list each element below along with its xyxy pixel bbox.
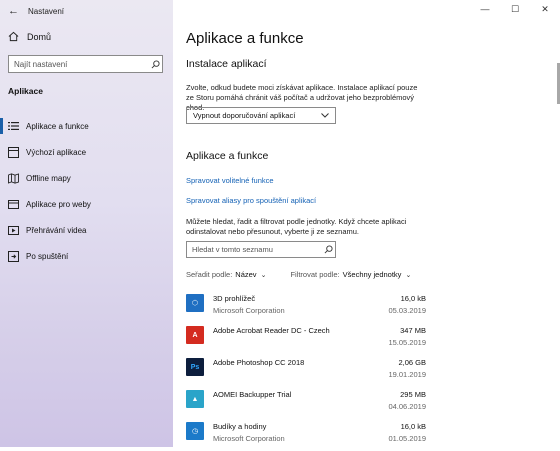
sidebar-item-label: Přehrávání videa — [26, 225, 87, 235]
sort-label: Seřadit podle: — [186, 270, 233, 279]
filter-dropdown[interactable]: Filtrovat podle: Všechny jednotky ⌄ — [290, 270, 411, 279]
apps-heading: Aplikace a funkce — [186, 150, 269, 162]
list-item[interactable]: A Adobe Acrobat Reader DC - Czech 347 MB… — [186, 323, 426, 355]
back-arrow-icon[interactable]: ← — [8, 5, 28, 17]
filter-label: Filtrovat podle: — [290, 270, 340, 279]
chevron-down-icon: ⌄ — [260, 271, 267, 279]
sort-dropdown[interactable]: Seřadit podle: Název ⌄ — [186, 270, 266, 279]
sidebar-item-label: Aplikace a funkce — [26, 121, 89, 131]
apps-list: ⬡ 3D prohlížeč Microsoft Corporation 16,… — [186, 291, 426, 451]
settings-search[interactable] — [8, 55, 163, 73]
sidebar-item-label: Výchozí aplikace — [26, 147, 87, 157]
manage-optional-features-link[interactable]: Spravovat volitelné funkce — [186, 176, 274, 185]
video-icon — [8, 225, 26, 236]
home-icon — [8, 31, 19, 42]
app-acrobat-icon: A — [186, 326, 204, 344]
main-content: — ☐ ✕ Aplikace a funkce Instalace aplika… — [173, 0, 560, 447]
sidebar-item-video-playback[interactable]: Přehrávání videa — [0, 217, 173, 243]
app-size: 16,0 kB — [400, 294, 426, 303]
install-heading: Instalace aplikací — [186, 58, 267, 70]
app-size: 295 MB — [400, 390, 426, 399]
section-label: Aplikace — [8, 86, 43, 96]
search-icon[interactable] — [148, 59, 162, 69]
apps-description: Můžete hledat, řadit a filtrovat podle j… — [186, 217, 407, 236]
list-item[interactable]: ◷ Budíky a hodiny Microsoft Corporation … — [186, 419, 426, 451]
app-3d-viewer-icon: ⬡ — [186, 294, 204, 312]
sidebar-item-apps-features[interactable]: Aplikace a funkce — [0, 113, 173, 139]
sort-filter-bar: Seřadit podle: Název ⌄ Filtrovat podle: … — [186, 270, 435, 279]
map-icon — [8, 172, 26, 184]
app-date: 19.01.2019 — [388, 370, 426, 379]
window-title: Nastavení — [28, 6, 65, 16]
window-controls: — ☐ ✕ — [470, 0, 560, 18]
minimize-icon[interactable]: — — [470, 0, 500, 18]
app-size: 2,06 GB — [398, 358, 426, 367]
default-apps-icon — [8, 146, 26, 158]
sidebar-item-offline-maps[interactable]: Offline mapy — [0, 165, 173, 191]
app-date: 01.05.2019 — [388, 434, 426, 443]
list-item[interactable]: ⬡ 3D prohlížeč Microsoft Corporation 16,… — [186, 291, 426, 323]
dropdown-value: Vypnout doporučování aplikací — [193, 111, 296, 120]
chevron-down-icon — [321, 111, 329, 120]
app-publisher: Microsoft Corporation — [213, 434, 285, 443]
app-name: Budíky a hodiny — [213, 422, 267, 431]
chevron-down-icon: ⌄ — [405, 271, 412, 279]
app-name: AOMEI Backupper Trial — [213, 390, 292, 399]
manage-app-aliases-link[interactable]: Spravovat aliasy pro spouštění aplikací — [186, 196, 316, 205]
list-item[interactable]: ▲ AOMEI Backupper Trial 295 MB 04.06.201… — [186, 387, 426, 419]
app-alarms-clock-icon: ◷ — [186, 422, 204, 440]
app-date: 15.05.2019 — [388, 338, 426, 347]
page-title: Aplikace a funkce — [186, 30, 304, 47]
maximize-icon[interactable]: ☐ — [500, 0, 530, 18]
web-apps-icon — [8, 199, 26, 210]
list-icon — [8, 121, 26, 131]
app-name: Adobe Photoshop CC 2018 — [213, 358, 305, 367]
app-size: 347 MB — [400, 326, 426, 335]
sidebar-item-startup[interactable]: Po spuštění — [0, 243, 173, 269]
search-icon[interactable] — [321, 245, 335, 254]
close-icon[interactable]: ✕ — [530, 0, 560, 18]
app-aomei-icon: ▲ — [186, 390, 204, 408]
home-label: Domů — [27, 31, 52, 42]
apps-search[interactable] — [186, 241, 336, 258]
sidebar: ← Nastavení Domů Aplikace Aplikace a fun… — [0, 0, 173, 447]
app-date: 05.03.2019 — [388, 306, 426, 315]
app-date: 04.06.2019 — [388, 402, 426, 411]
window-title-bar: ← Nastavení — [8, 4, 64, 18]
install-source-dropdown[interactable]: Vypnout doporučování aplikací — [186, 107, 336, 124]
sort-value: Název — [235, 270, 257, 279]
app-name: 3D prohlížeč — [213, 294, 256, 303]
sidebar-item-label: Aplikace pro weby — [26, 199, 91, 209]
startup-icon — [8, 250, 26, 262]
settings-search-input[interactable] — [9, 59, 148, 69]
apps-search-input[interactable] — [187, 245, 321, 254]
sidebar-item-label: Offline mapy — [26, 173, 71, 183]
sidebar-nav: Aplikace a funkce Výchozí aplikace Offli… — [0, 113, 173, 269]
sidebar-item-label: Po spuštění — [26, 251, 69, 261]
app-size: 16,0 kB — [400, 422, 426, 431]
list-item[interactable]: Ps Adobe Photoshop CC 2018 2,06 GB 19.01… — [186, 355, 426, 387]
sidebar-item-web-apps[interactable]: Aplikace pro weby — [0, 191, 173, 217]
filter-value: Všechny jednotky — [342, 270, 402, 279]
app-name: Adobe Acrobat Reader DC - Czech — [213, 326, 330, 335]
app-photoshop-icon: Ps — [186, 358, 204, 376]
sidebar-item-default-apps[interactable]: Výchozí aplikace — [0, 139, 173, 165]
app-publisher: Microsoft Corporation — [213, 306, 285, 315]
home-link[interactable]: Domů — [8, 31, 51, 42]
